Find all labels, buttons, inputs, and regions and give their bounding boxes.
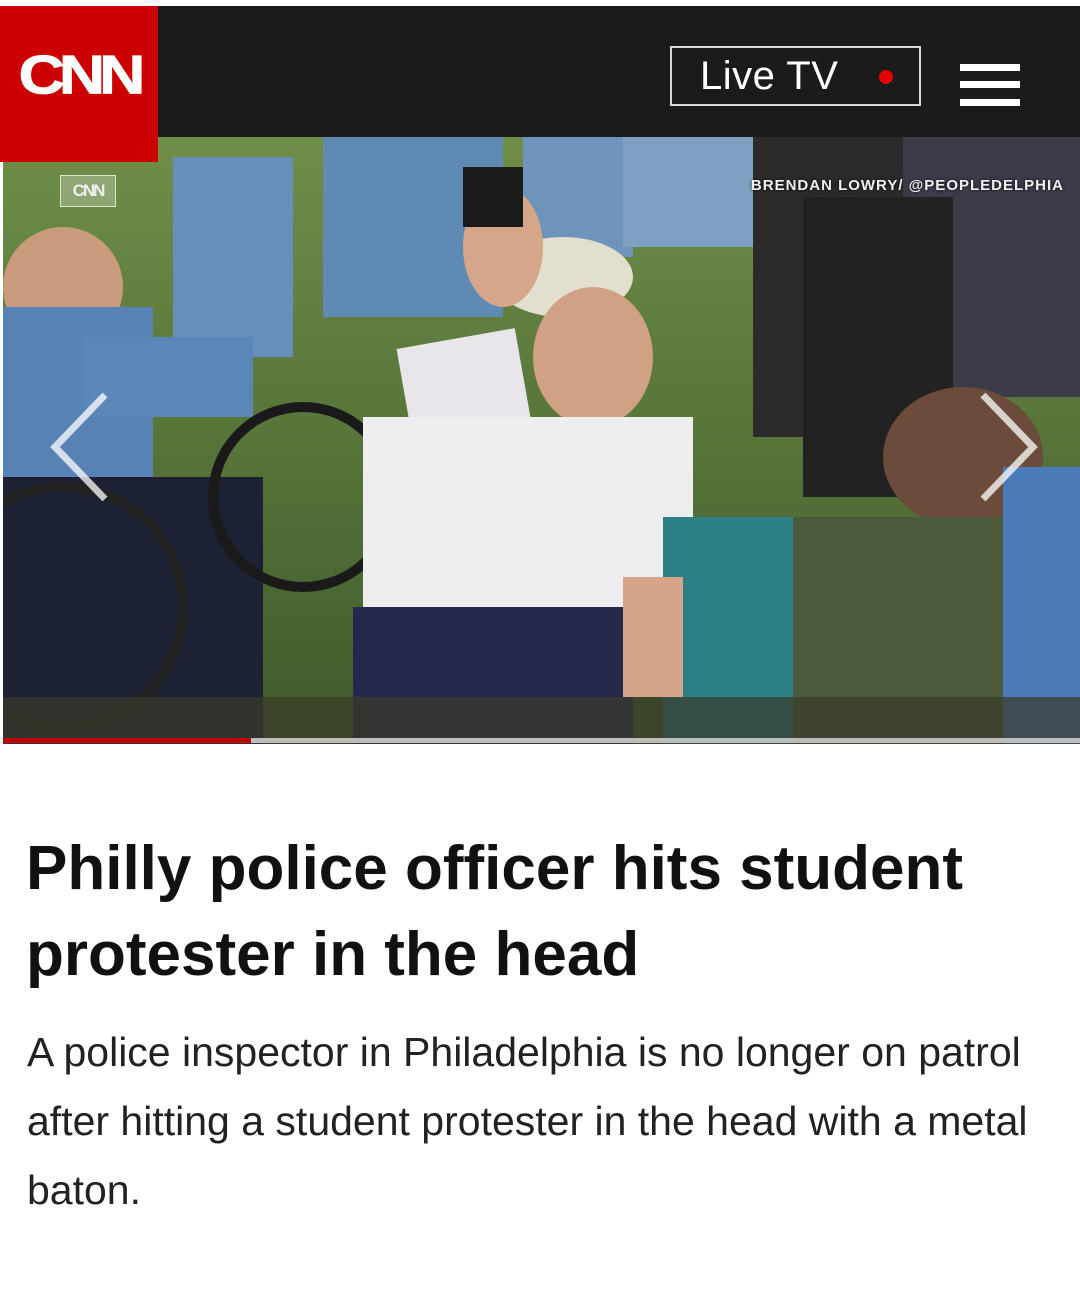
video-carousel[interactable]: CNN BRENDAN LOWRY/ @PEOPLEDELPHIA xyxy=(3,137,1080,744)
cnn-logo[interactable]: CNN xyxy=(0,6,158,162)
carousel-progress-fill xyxy=(3,738,251,743)
article-headline[interactable]: Philly police officer hits student prote… xyxy=(26,826,1056,998)
video-still-image xyxy=(3,137,1080,744)
cnn-logo-text: CNN xyxy=(18,44,146,106)
article-summary: A police inspector in Philadelphia is no… xyxy=(27,1029,1028,1213)
photo-credit: BRENDAN LOWRY/ @PEOPLEDELPHIA xyxy=(750,177,1064,194)
cnn-watermark: CNN xyxy=(60,175,116,207)
chevron-right-icon[interactable] xyxy=(971,387,1051,507)
live-indicator-dot-icon xyxy=(879,70,893,84)
live-tv-label: Live TV xyxy=(700,53,839,98)
carousel-progress-bar xyxy=(3,738,1080,743)
top-navigation-bar: Live TV xyxy=(0,6,1080,137)
chevron-left-icon[interactable] xyxy=(43,387,123,507)
live-tv-button[interactable]: Live TV xyxy=(670,46,921,106)
hamburger-menu-icon[interactable] xyxy=(960,64,1020,106)
